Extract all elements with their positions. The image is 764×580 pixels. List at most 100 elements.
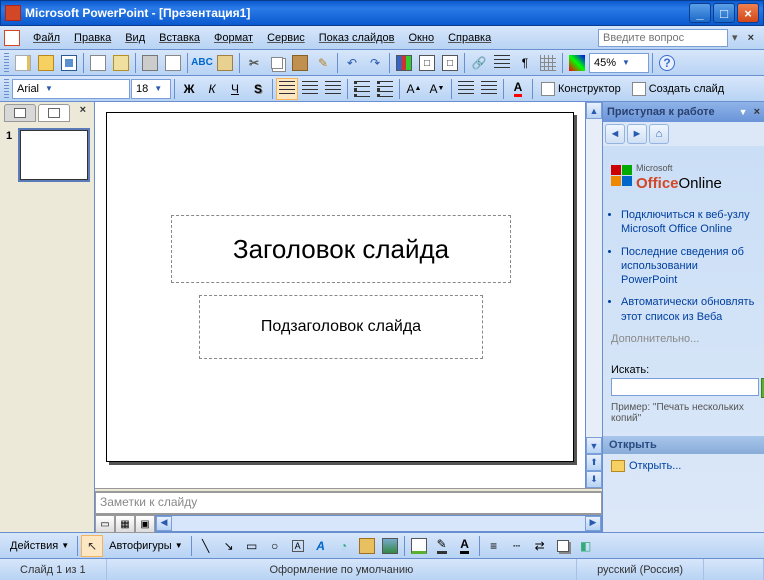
task-pane-header[interactable]: Приступая к работе ▼ × <box>603 102 764 122</box>
arrow-style-button[interactable]: ⇄ <box>529 535 551 557</box>
slides-tab[interactable] <box>38 104 70 122</box>
font-combo[interactable]: Arial▼ <box>12 79 130 99</box>
link-more[interactable]: Дополнительно... <box>611 332 756 346</box>
menu-tools[interactable]: Сервис <box>260 29 312 47</box>
print-button[interactable] <box>139 52 161 74</box>
ask-dropdown-icon[interactable]: ▾ <box>728 31 742 44</box>
tables-borders-button[interactable] <box>439 52 461 74</box>
open-file-link[interactable]: Открыть... <box>603 454 764 478</box>
ask-question-input[interactable] <box>598 29 728 47</box>
outline-close-button[interactable]: × <box>76 104 90 122</box>
task-forward-button[interactable]: ► <box>627 124 647 144</box>
scroll-left-button[interactable]: ◀ <box>156 516 172 531</box>
next-slide-button[interactable]: ⬇ <box>586 471 602 488</box>
minimize-button[interactable]: _ <box>689 3 711 23</box>
scroll-right-button[interactable]: ▶ <box>585 516 601 531</box>
menu-slideshow[interactable]: Показ слайдов <box>312 29 402 47</box>
prev-slide-button[interactable]: ⬆ <box>586 454 602 471</box>
slide-design-button[interactable]: Конструктор <box>536 78 626 100</box>
format-painter-button[interactable]: ✎ <box>312 52 334 74</box>
actions-menu[interactable]: Действия▼ <box>5 535 74 557</box>
scroll-down-button[interactable]: ▼ <box>586 437 602 454</box>
paste-button[interactable] <box>289 52 311 74</box>
slide-canvas[interactable]: Заголовок слайда Подзаголовок слайда <box>106 112 574 462</box>
task-home-button[interactable]: ⌂ <box>649 124 669 144</box>
menu-insert[interactable]: Вставка <box>152 29 207 47</box>
scroll-up-button[interactable]: ▲ <box>586 102 602 119</box>
underline-button[interactable]: Ч <box>224 78 246 100</box>
subtitle-placeholder[interactable]: Подзаголовок слайда <box>199 295 483 359</box>
diagram-tool[interactable]: ◔ <box>333 535 355 557</box>
redo-button[interactable]: ↷ <box>364 52 386 74</box>
line-style-button[interactable]: ≡ <box>483 535 505 557</box>
bullets-button[interactable] <box>374 78 396 100</box>
italic-button[interactable]: К <box>201 78 223 100</box>
dash-style-button[interactable]: ┄ <box>506 535 528 557</box>
toolbar-grip[interactable] <box>4 79 9 99</box>
show-formatting-button[interactable]: ¶ <box>514 52 536 74</box>
menu-view[interactable]: Вид <box>118 29 152 47</box>
wordart-tool[interactable]: A <box>310 535 332 557</box>
link-connect[interactable]: Подключиться к веб-узлу Microsoft Office… <box>621 208 756 237</box>
align-right-button[interactable] <box>322 78 344 100</box>
increase-font-button[interactable]: A▲ <box>403 78 425 100</box>
link-news[interactable]: Последние сведения об использовании Powe… <box>621 245 756 288</box>
save-button[interactable] <box>58 52 80 74</box>
clipart-tool[interactable] <box>356 535 378 557</box>
close-button[interactable]: × <box>737 3 759 23</box>
shadow-style-button[interactable] <box>552 535 574 557</box>
bold-button[interactable]: Ж <box>178 78 200 100</box>
task-back-button[interactable]: ◄ <box>605 124 625 144</box>
font-color-draw-button[interactable]: A <box>454 535 476 557</box>
new-button[interactable] <box>12 52 34 74</box>
arrow-tool[interactable]: ↘ <box>218 535 240 557</box>
slideshow-view-button[interactable]: ▣ <box>135 515 155 533</box>
open-button[interactable] <box>35 52 57 74</box>
permission-button[interactable] <box>87 52 109 74</box>
menu-edit[interactable]: Правка <box>67 29 118 47</box>
zoom-combo[interactable]: 45%▼ <box>589 53 649 73</box>
horizontal-scrollbar[interactable]: ◀ ▶ <box>155 515 602 532</box>
align-left-button[interactable] <box>276 78 298 100</box>
decrease-indent-button[interactable] <box>455 78 477 100</box>
maximize-button[interactable]: □ <box>713 3 735 23</box>
menu-window[interactable]: Окно <box>402 29 442 47</box>
task-dropdown-icon[interactable]: ▼ <box>739 107 748 117</box>
outline-tab[interactable] <box>4 104 36 122</box>
select-objects-button[interactable]: ↖ <box>81 535 103 557</box>
help-button[interactable]: ? <box>656 52 678 74</box>
menu-help[interactable]: Справка <box>441 29 498 47</box>
research-button[interactable] <box>214 52 236 74</box>
insert-hyperlink-button[interactable]: 🔗 <box>468 52 490 74</box>
oval-tool[interactable]: ○ <box>264 535 286 557</box>
font-size-combo[interactable]: 18▼ <box>131 79 171 99</box>
toolbar-grip[interactable] <box>4 53 9 73</box>
insert-chart-button[interactable] <box>393 52 415 74</box>
expand-all-button[interactable] <box>491 52 513 74</box>
menu-file[interactable]: Файл <box>26 29 67 47</box>
rectangle-tool[interactable]: ▭ <box>241 535 263 557</box>
hscroll-track[interactable] <box>172 516 585 531</box>
slide-thumbnail[interactable] <box>20 130 88 180</box>
show-grid-button[interactable] <box>537 52 559 74</box>
autoshapes-menu[interactable]: Автофигуры▼ <box>104 535 188 557</box>
slide-canvas-area[interactable]: Заголовок слайда Подзаголовок слайда <box>95 102 585 488</box>
color-grayscale-button[interactable] <box>566 52 588 74</box>
task-close-button[interactable]: × <box>754 106 760 118</box>
status-language[interactable]: русский (Россия) <box>577 559 704 580</box>
menu-format[interactable]: Формат <box>207 29 260 47</box>
numbering-button[interactable] <box>351 78 373 100</box>
3d-style-button[interactable]: ◧ <box>575 535 597 557</box>
cut-button[interactable]: ✂ <box>243 52 265 74</box>
sorter-view-button[interactable]: ▦ <box>115 515 135 533</box>
app-small-icon[interactable] <box>4 30 20 46</box>
picture-tool[interactable] <box>379 535 401 557</box>
textbox-tool[interactable]: A <box>287 535 309 557</box>
align-center-button[interactable] <box>299 78 321 100</box>
line-tool[interactable]: ╲ <box>195 535 217 557</box>
line-color-button[interactable]: ✎ <box>431 535 453 557</box>
decrease-font-button[interactable]: A▼ <box>426 78 448 100</box>
new-slide-button[interactable]: Создать слайд <box>627 78 729 100</box>
spellcheck-button[interactable]: ABC <box>191 52 213 74</box>
normal-view-button[interactable]: ▭ <box>95 515 115 533</box>
